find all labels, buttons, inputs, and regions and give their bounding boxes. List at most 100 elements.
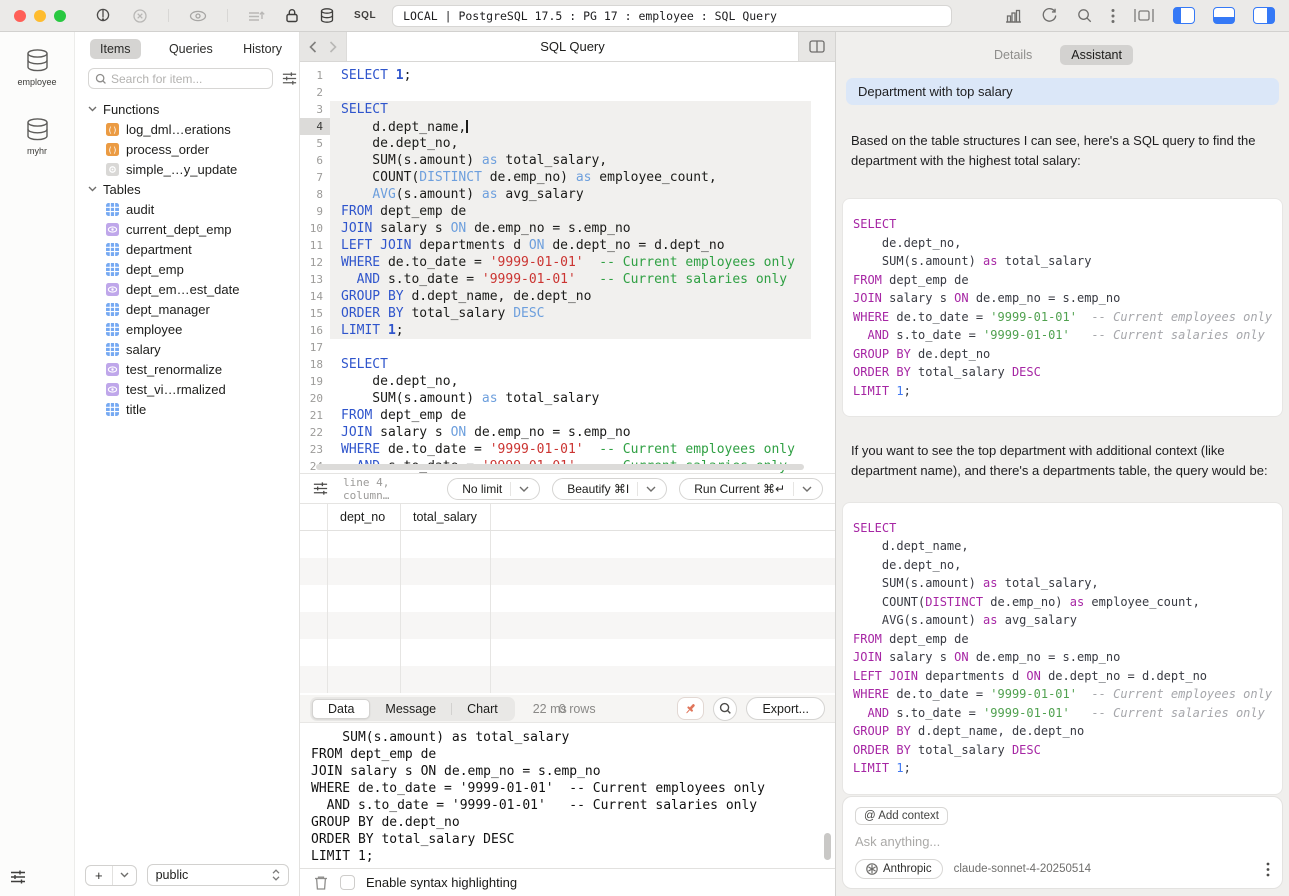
editor-line[interactable]: 15ORDER BY total_salary DESC — [300, 305, 835, 322]
tree-item-table[interactable]: audit — [75, 199, 299, 219]
limit-dropdown[interactable]: No limit — [447, 478, 540, 500]
panel-right-toggle[interactable] — [1253, 7, 1275, 24]
split-view-icon[interactable] — [799, 32, 835, 61]
connection-icon[interactable] — [94, 7, 112, 25]
forward-icon[interactable] — [329, 41, 337, 53]
filter-sliders-icon[interactable] — [9, 868, 27, 886]
editor-line[interactable]: 7 COUNT(DISTINCT de.emp_no) as employee_… — [300, 169, 835, 186]
panel-left-toggle[interactable] — [1173, 7, 1195, 24]
tree-item-view[interactable]: test_vi…rmalized — [75, 379, 299, 399]
editor-line[interactable]: 20 SUM(s.amount) as total_salary — [300, 390, 835, 407]
message-vertical-scrollbar[interactable] — [824, 833, 831, 860]
chart-icon[interactable] — [1004, 8, 1023, 24]
beautify-button[interactable]: Beautify ⌘I — [552, 478, 667, 500]
editor-line[interactable]: 6 SUM(s.amount) as total_salary, — [300, 152, 835, 169]
table-row[interactable] — [300, 639, 835, 666]
editor-line[interactable]: 17 — [300, 339, 835, 356]
editor-line[interactable]: 16LIMIT 1; — [300, 322, 835, 339]
editor-line[interactable]: 10JOIN salary s ON de.emp_no = s.emp_no — [300, 220, 835, 237]
sql-editor[interactable]: 1SELECT 1;23SELECT4 d.dept_name,5 de.dep… — [300, 62, 835, 473]
tree-item-view[interactable]: dept_em…est_date — [75, 279, 299, 299]
editor-line[interactable]: 19 de.dept_no, — [300, 373, 835, 390]
preview-eye-icon[interactable] — [188, 8, 208, 24]
tab-chart[interactable]: Chart — [452, 699, 513, 719]
assistant-code-block-2[interactable]: SELECT d.dept_name, de.dept_no, SUM(s.am… — [842, 502, 1283, 795]
syntax-highlighting-checkbox[interactable] — [340, 875, 355, 890]
editor-horizontal-scrollbar[interactable] — [316, 464, 804, 470]
provider-select[interactable]: Anthropic — [855, 859, 943, 879]
zoom-window-button[interactable] — [54, 10, 66, 22]
log-icon[interactable] — [247, 8, 265, 24]
editor-line[interactable]: 4 d.dept_name, — [300, 118, 835, 135]
editor-line[interactable]: 14GROUP BY d.dept_name, de.dept_no — [300, 288, 835, 305]
editor-line[interactable]: 5 de.dept_no, — [300, 135, 835, 152]
plus-icon[interactable]: + — [86, 866, 113, 885]
message-output[interactable]: SUM(s.amount) as total_salaryFROM dept_e… — [300, 723, 835, 868]
trash-icon[interactable] — [313, 874, 329, 891]
assistant-code-block-1[interactable]: SELECT de.dept_no, SUM(s.amount) as tota… — [842, 198, 1283, 417]
table-row[interactable] — [300, 666, 835, 693]
tab-data[interactable]: Data — [312, 699, 370, 719]
tree-item-table[interactable]: dept_emp — [75, 259, 299, 279]
composer-kebab-icon[interactable] — [1266, 862, 1270, 877]
tab-queries[interactable]: Queries — [167, 39, 215, 59]
tab-items[interactable]: Items — [90, 39, 141, 59]
editor-line[interactable]: 22JOIN salary s ON de.emp_no = s.emp_no — [300, 424, 835, 441]
search-input[interactable] — [111, 72, 266, 86]
editor-line[interactable]: 11LEFT JOIN departments d ON de.dept_no … — [300, 237, 835, 254]
editor-line[interactable]: 13 AND s.to_date = '9999-01-01' -- Curre… — [300, 271, 835, 288]
tab-message[interactable]: Message — [370, 699, 451, 719]
filter-sliders-icon[interactable] — [312, 480, 329, 497]
table-row[interactable] — [300, 612, 835, 639]
editor-line[interactable]: 8 AVG(s.amount) as avg_salary — [300, 186, 835, 203]
add-item-button[interactable]: + — [85, 865, 137, 886]
lock-icon[interactable] — [284, 7, 300, 24]
column-header-total-salary[interactable]: total_salary — [401, 504, 491, 530]
search-icon[interactable] — [1076, 7, 1093, 24]
database-icon[interactable] — [319, 7, 335, 24]
close-window-button[interactable] — [14, 10, 26, 22]
kebab-icon[interactable] — [1111, 8, 1115, 24]
tree-item-table[interactable]: salary — [75, 339, 299, 359]
schema-select[interactable]: public — [147, 864, 289, 886]
editor-line[interactable]: 23WHERE de.to_date = '9999-01-01' -- Cur… — [300, 441, 835, 458]
tree-item-trigger[interactable]: simple_…y_update — [75, 159, 299, 179]
tree-section-tables[interactable]: Tables — [75, 179, 299, 199]
tree-item-function[interactable]: ()process_order — [75, 139, 299, 159]
table-row[interactable] — [300, 531, 835, 558]
table-row[interactable] — [300, 585, 835, 612]
editor-line[interactable]: 21FROM dept_emp de — [300, 407, 835, 424]
tree-item-view[interactable]: test_renormalize — [75, 359, 299, 379]
tree-item-table[interactable]: dept_manager — [75, 299, 299, 319]
connection-item-employee[interactable]: employee — [17, 48, 56, 87]
editor-line[interactable]: 12WHERE de.to_date = '9999-01-01' -- Cur… — [300, 254, 835, 271]
results-rows[interactable] — [300, 531, 835, 695]
search-box[interactable] — [88, 68, 273, 89]
editor-line[interactable]: 2 — [300, 84, 835, 101]
panel-bottom-toggle[interactable] — [1213, 7, 1235, 24]
chevron-down-icon[interactable] — [113, 872, 136, 878]
column-header-dept-no[interactable]: dept_no — [328, 504, 401, 530]
back-icon[interactable] — [309, 41, 317, 53]
tab-assistant[interactable]: Assistant — [1060, 45, 1133, 65]
filter-sliders-icon[interactable] — [281, 70, 298, 87]
tree-item-view[interactable]: current_dept_emp — [75, 219, 299, 239]
tree-item-table[interactable]: title — [75, 399, 299, 419]
search-results-button[interactable] — [713, 697, 737, 721]
editor-line[interactable]: 9FROM dept_emp de — [300, 203, 835, 220]
editor-line[interactable]: 3SELECT — [300, 101, 835, 118]
minimize-window-button[interactable] — [34, 10, 46, 22]
disconnect-icon[interactable] — [131, 7, 149, 25]
conversation-topic[interactable]: Department with top salary — [846, 78, 1279, 105]
run-current-button[interactable]: Run Current ⌘↵ — [679, 478, 823, 500]
window-layout-icon[interactable] — [1133, 8, 1155, 23]
editor-line[interactable]: 18SELECT — [300, 356, 835, 373]
refresh-icon[interactable] — [1041, 7, 1058, 24]
connection-item-myhr[interactable]: myhr — [24, 117, 51, 156]
editor-line[interactable]: 1SELECT 1; — [300, 67, 835, 84]
tab-sql-query[interactable]: SQL Query — [346, 32, 799, 61]
table-row[interactable] — [300, 558, 835, 585]
tree-item-table[interactable]: department — [75, 239, 299, 259]
tab-history[interactable]: History — [241, 39, 284, 59]
tree-item-function[interactable]: ()log_dml…erations — [75, 119, 299, 139]
